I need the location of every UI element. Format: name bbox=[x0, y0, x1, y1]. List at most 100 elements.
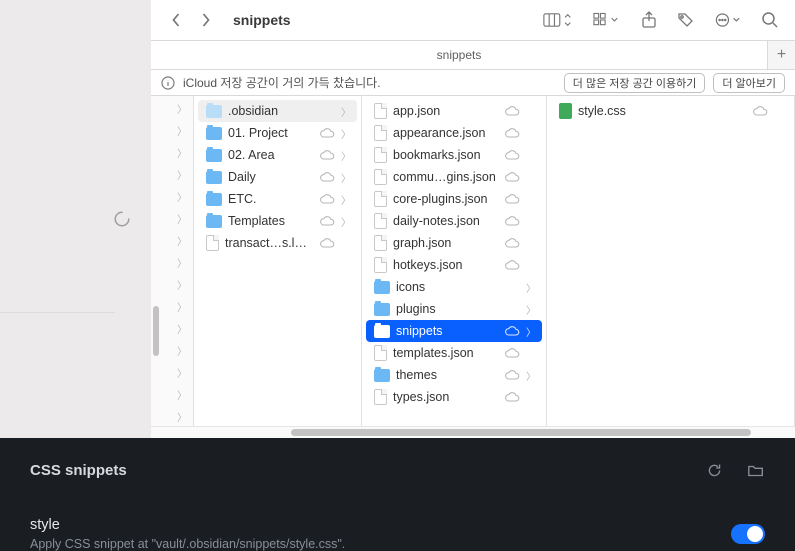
item-name: .obsidian bbox=[228, 104, 313, 118]
cloud-icon bbox=[319, 149, 335, 161]
snippet-name: style bbox=[30, 517, 731, 533]
file-icon bbox=[374, 345, 387, 361]
finder-item[interactable]: daily-notes.json bbox=[366, 210, 542, 232]
item-name: daily-notes.json bbox=[393, 214, 498, 228]
folder-icon bbox=[206, 171, 222, 184]
back-button[interactable] bbox=[171, 12, 182, 28]
folder-icon bbox=[206, 215, 222, 228]
cloud-icon bbox=[319, 127, 335, 139]
file-icon bbox=[374, 389, 387, 405]
chevron-right-icon: 〉 bbox=[151, 363, 193, 382]
chevron-right-icon: 〉 bbox=[151, 99, 193, 118]
tab-snippets[interactable]: snippets bbox=[151, 41, 767, 69]
finder-item[interactable]: hotkeys.json bbox=[366, 254, 542, 276]
open-snippets-folder-button[interactable] bbox=[747, 463, 765, 479]
folder-icon bbox=[374, 281, 390, 294]
learn-more-button[interactable]: 더 알아보기 bbox=[713, 73, 785, 93]
vertical-scrollbar[interactable] bbox=[153, 306, 159, 356]
item-name: icons bbox=[396, 280, 498, 294]
folder-icon bbox=[206, 127, 222, 140]
tags-button[interactable] bbox=[677, 12, 695, 28]
finder-item[interactable]: icons〉 bbox=[366, 276, 542, 298]
folder-icon bbox=[206, 149, 222, 162]
chevron-right-icon: 〉 bbox=[526, 324, 534, 339]
cloud-icon bbox=[504, 325, 520, 337]
cloud-icon bbox=[504, 237, 520, 249]
new-tab-button[interactable]: + bbox=[767, 41, 795, 69]
finder-item[interactable]: templates.json bbox=[366, 342, 542, 364]
file-icon bbox=[374, 257, 387, 273]
item-name: hotkeys.json bbox=[393, 258, 498, 272]
folder-icon bbox=[374, 325, 390, 338]
cloud-icon bbox=[504, 369, 520, 381]
finder-item[interactable]: commu…gins.json bbox=[366, 166, 542, 188]
finder-item[interactable]: graph.json bbox=[366, 232, 542, 254]
item-name: app.json bbox=[393, 104, 498, 118]
finder-item[interactable]: .obsidian 〉 bbox=[198, 100, 357, 122]
folder-icon bbox=[206, 193, 222, 206]
view-columns-button[interactable] bbox=[543, 11, 573, 29]
finder-item[interactable]: app.json bbox=[366, 100, 542, 122]
group-button[interactable] bbox=[593, 12, 621, 28]
share-button[interactable] bbox=[641, 11, 657, 29]
file-icon bbox=[374, 103, 387, 119]
finder-item[interactable]: 01. Project〉 bbox=[198, 122, 357, 144]
cloud-icon bbox=[504, 215, 520, 227]
finder-item[interactable]: ETC.〉 bbox=[198, 188, 357, 210]
search-button[interactable] bbox=[761, 11, 779, 29]
chevron-right-icon: 〉 bbox=[151, 231, 193, 250]
more-button[interactable] bbox=[715, 12, 741, 28]
finder-item[interactable]: 02. Area〉 bbox=[198, 144, 357, 166]
finder-item[interactable]: core-plugins.json bbox=[366, 188, 542, 210]
reload-snippets-button[interactable] bbox=[706, 462, 723, 479]
chevron-right-icon: 〉 bbox=[151, 187, 193, 206]
item-name: core-plugins.json bbox=[393, 192, 498, 206]
chevron-right-icon: 〉 bbox=[151, 275, 193, 294]
item-name: graph.json bbox=[393, 236, 498, 250]
file-icon bbox=[374, 125, 387, 141]
finder-item[interactable]: Templates〉 bbox=[198, 210, 357, 232]
chevron-right-icon: 〉 bbox=[151, 143, 193, 162]
finder-item[interactable]: snippets〉 bbox=[366, 320, 542, 342]
file-icon bbox=[374, 169, 387, 185]
item-name: commu…gins.json bbox=[393, 170, 498, 184]
snippet-toggle[interactable] bbox=[731, 524, 765, 544]
cloud-icon bbox=[504, 391, 520, 403]
item-name: templates.json bbox=[393, 346, 498, 360]
folder-icon bbox=[206, 105, 222, 118]
alert-message: iCloud 저장 공간이 거의 가득 찼습니다. bbox=[183, 74, 556, 91]
css-file-icon bbox=[559, 103, 572, 119]
horizontal-scrollbar[interactable] bbox=[151, 426, 795, 438]
loading-spinner-icon bbox=[113, 210, 131, 228]
finder-item[interactable]: types.json bbox=[366, 386, 542, 408]
columns-view: 〉〉〉〉〉〉〉〉〉〉〉〉〉〉〉 .obsidian〉01. Project〉02… bbox=[151, 96, 795, 426]
finder-item[interactable]: style.css bbox=[551, 100, 790, 122]
finder-item[interactable]: appearance.json bbox=[366, 122, 542, 144]
more-storage-button[interactable]: 더 많은 저장 공간 이용하기 bbox=[564, 73, 706, 93]
file-icon bbox=[374, 147, 387, 163]
forward-button[interactable] bbox=[200, 12, 211, 28]
item-name: 01. Project bbox=[228, 126, 313, 140]
finder-item[interactable]: Daily〉 bbox=[198, 166, 357, 188]
item-name: appearance.json bbox=[393, 126, 498, 140]
cloud-icon bbox=[319, 193, 335, 205]
item-name: plugins bbox=[396, 302, 498, 316]
chevron-right-icon: 〉 bbox=[151, 121, 193, 140]
column-3: style.css bbox=[547, 96, 795, 426]
column-0: 〉〉〉〉〉〉〉〉〉〉〉〉〉〉〉 bbox=[151, 96, 194, 426]
finder-item[interactable]: plugins〉 bbox=[366, 298, 542, 320]
column-2: app.json appearance.json bookmarks.json com… bbox=[362, 96, 547, 426]
finder-item[interactable]: themes〉 bbox=[366, 364, 542, 386]
finder-item[interactable]: bookmarks.json bbox=[366, 144, 542, 166]
item-name: types.json bbox=[393, 390, 498, 404]
finder-item[interactable]: transact…s.ledger bbox=[198, 232, 357, 254]
snippet-description: Apply CSS snippet at "vault/.obsidian/sn… bbox=[30, 537, 731, 551]
chevron-right-icon: 〉 bbox=[341, 104, 349, 119]
file-icon bbox=[374, 235, 387, 251]
info-icon bbox=[161, 76, 175, 90]
chevron-right-icon: 〉 bbox=[341, 214, 349, 229]
settings-heading: CSS snippets bbox=[30, 462, 127, 479]
chevron-right-icon: 〉 bbox=[526, 368, 534, 383]
cloud-icon bbox=[504, 347, 520, 359]
file-icon bbox=[374, 213, 387, 229]
